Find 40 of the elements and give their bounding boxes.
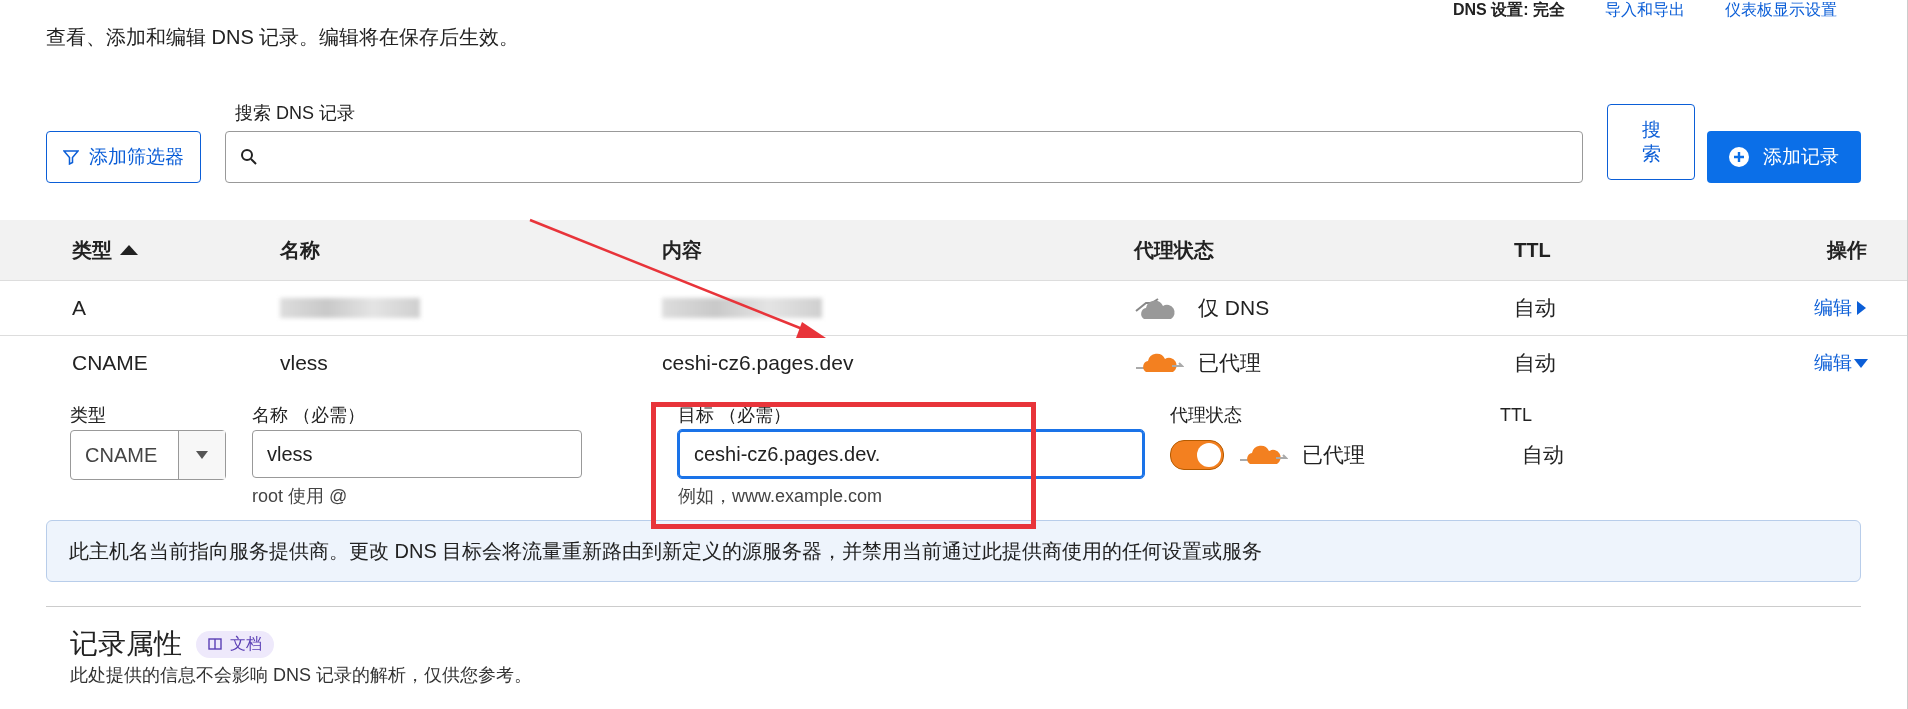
field-label: 目标 （必需） [678,404,792,427]
table-cell-text: 自动 [1514,350,1556,376]
type-select[interactable]: CNAME [70,430,226,480]
field-label: 名称 （必需） [252,404,366,427]
table-cell-text: 自动 [1514,295,1556,321]
info-notice: 此主机名当前指向服务提供商。更改 DNS 目标会将流量重新路由到新定义的源服务器，并禁用当前通过此提供商使用的任何设置或服务 [46,520,1861,582]
proxy-status: 已代理 [1302,442,1365,468]
table-cell: CNAME [72,351,148,375]
table-cell: vless [280,351,328,375]
top-label: DNS 设置: 完全 [1453,0,1565,20]
column-header[interactable]: 名称 [280,236,662,264]
field-label: 类型 [70,404,107,427]
field-hint: root 使用 @ [252,485,349,508]
add-filter-button[interactable]: 添加筛选器 [46,131,201,183]
edit-link[interactable]: 编辑 [1814,295,1868,321]
top-link[interactable]: 仪表板显示设置 [1725,0,1837,20]
field-label: TTL [1500,404,1533,427]
table-cell-text: 仅 DNS [1198,295,1270,321]
add-record-button[interactable]: 添加记录 [1707,131,1861,183]
ttl-value: 自动 [1522,442,1564,468]
field-hint: 例如，www.example.com [678,485,884,508]
target-field[interactable]: ceshi-cz6.pages.dev. [678,430,1144,478]
search-label: 搜索 DNS 记录 [234,102,356,124]
page-description: 查看、添加和编辑 DNS 记录。编辑将在保存后生效。 [45,25,521,50]
column-header[interactable]: 操作 [1814,236,1867,264]
docs-badge[interactable]: 文档 [196,630,274,658]
name-field[interactable]: vless [252,430,582,478]
top-link[interactable]: 导入和导出 [1605,0,1685,20]
section-subtitle: 此处提供的信息不会影响 DNS 记录的解析，仅供您参考。 [69,664,533,685]
column-header[interactable]: TTL [1514,238,1814,262]
column-header[interactable]: 类型 [72,236,280,264]
table-cell: ceshi-cz6.pages.dev [662,351,854,375]
table-cell-text: 已代理 [1198,350,1261,376]
edit-link[interactable]: 编辑 [1814,350,1868,376]
field-label: 代理状态 [1170,404,1243,427]
table-cell: A [72,296,86,320]
column-header[interactable]: 内容 [662,236,1134,264]
column-header[interactable]: 代理状态 [1134,236,1514,264]
search-button[interactable]: 搜索 [1607,104,1695,180]
section-title: 记录属性 [70,627,182,661]
